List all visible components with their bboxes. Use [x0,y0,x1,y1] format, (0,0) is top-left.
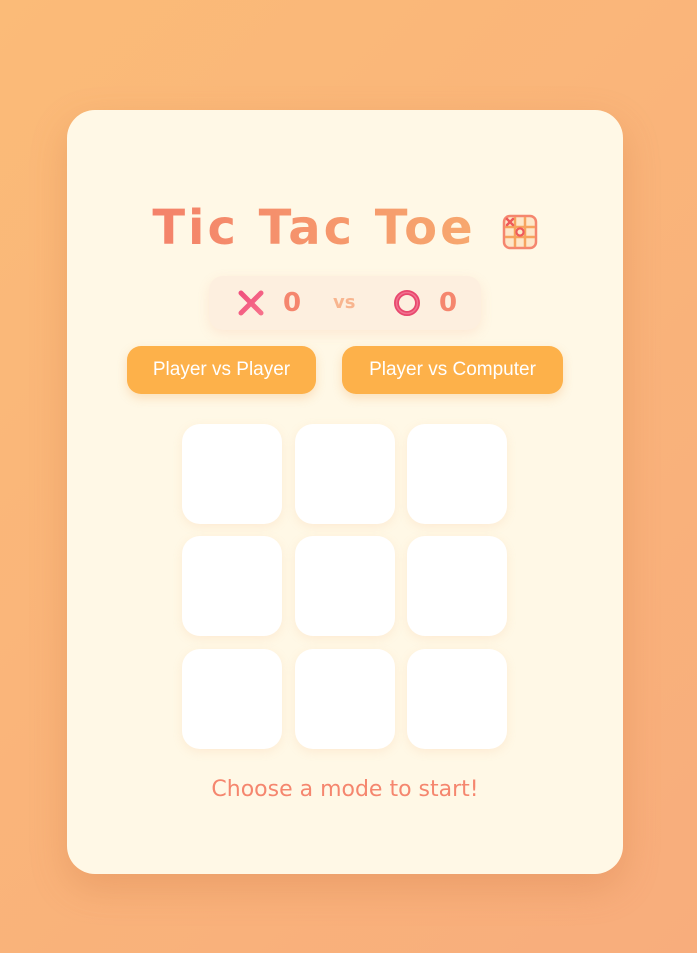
game-card: Tic Tac Toe 0 vs 0 Player vs Player Play… [67,110,623,874]
board-cell-2[interactable] [295,424,395,524]
board-cell-6[interactable] [407,536,507,636]
player-vs-player-button[interactable]: Player vs Player [127,346,316,394]
page-title: Tic Tac Toe [152,200,476,256]
scoreboard: 0 vs 0 [209,276,481,330]
board-cell-9[interactable] [407,649,507,749]
status-message: Choose a mode to start! [211,777,479,802]
board-cell-1[interactable] [182,424,282,524]
board-cell-7[interactable] [182,649,282,749]
x-mark-icon [237,289,265,317]
board-cell-8[interactable] [295,649,395,749]
vs-label: vs [333,292,356,313]
title-row: Tic Tac Toe [67,198,623,258]
player-vs-computer-button[interactable]: Player vs Computer [342,346,563,394]
o-ring-icon [393,289,421,317]
o-score: 0 [439,288,458,318]
board-cell-3[interactable] [407,424,507,524]
board-cell-5[interactable] [295,536,395,636]
game-board [182,424,508,750]
board-cell-4[interactable] [182,536,282,636]
x-score: 0 [283,288,302,318]
tic-tac-toe-grid-icon [502,214,538,250]
